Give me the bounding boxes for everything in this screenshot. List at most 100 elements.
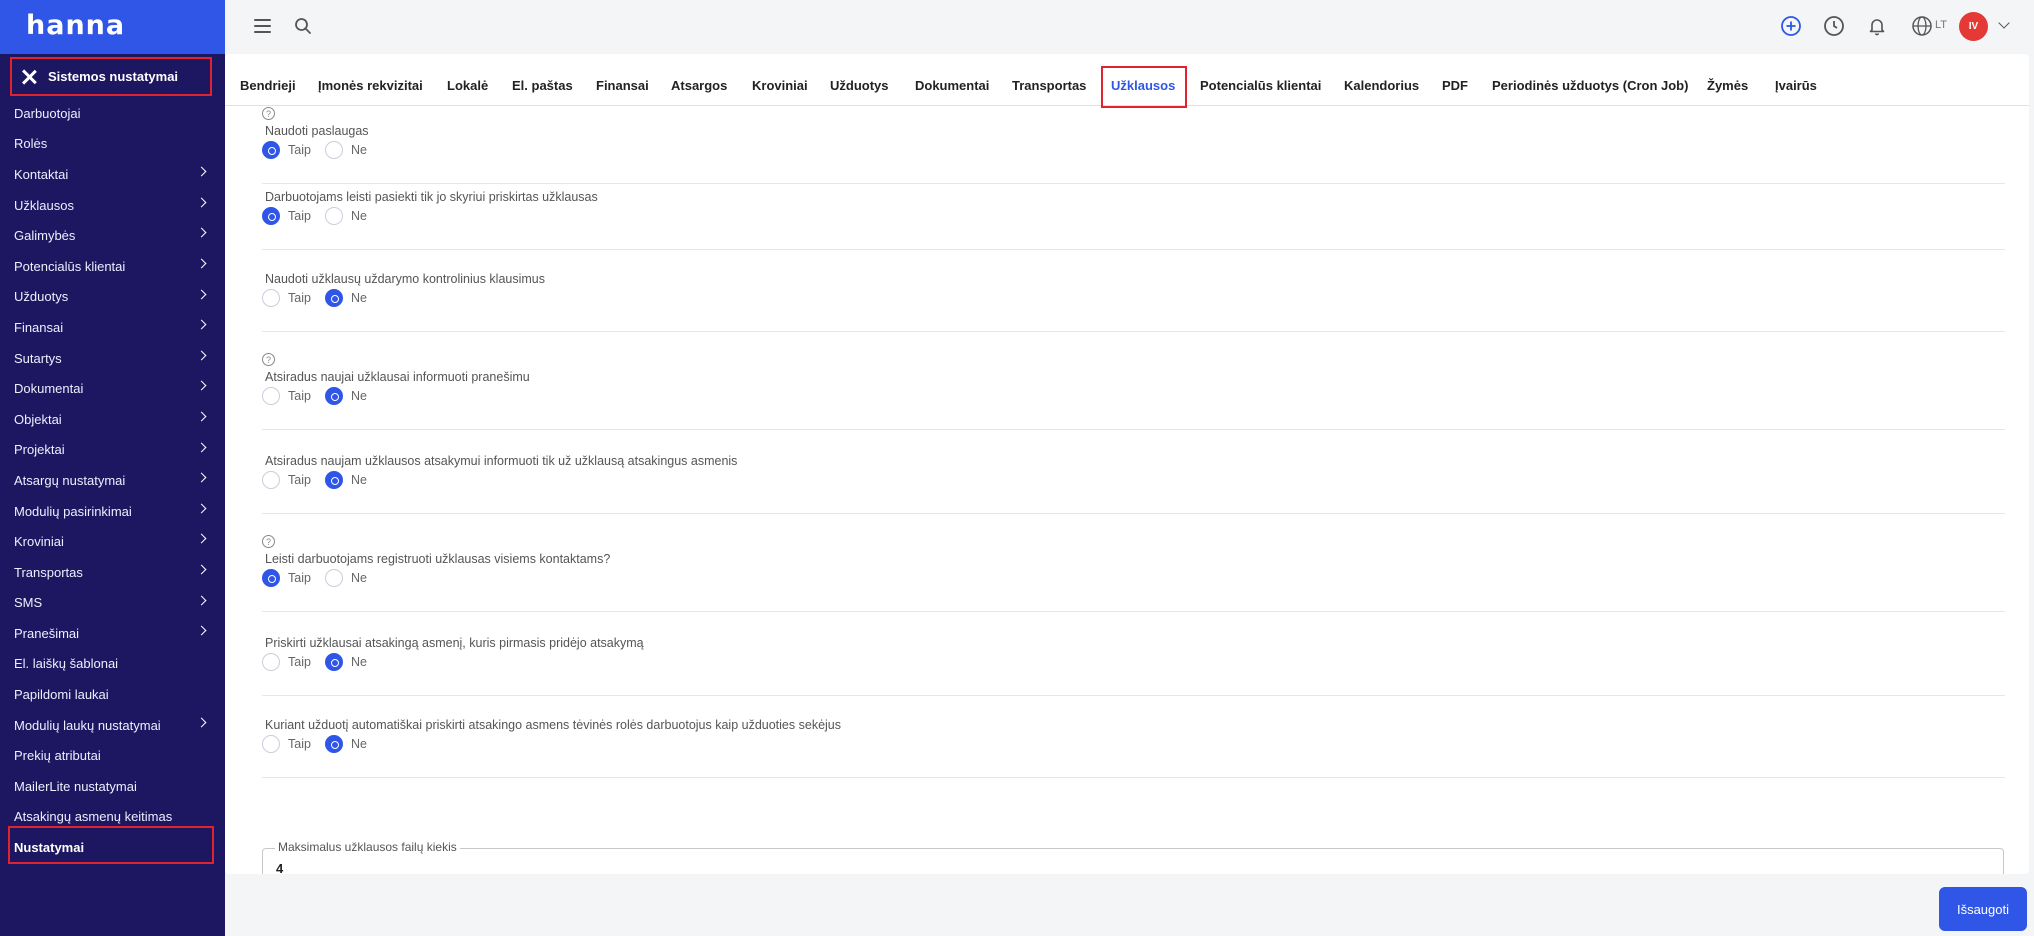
search-icon[interactable] bbox=[294, 17, 312, 35]
radio-no[interactable] bbox=[325, 735, 343, 753]
tab[interactable]: El. paštas bbox=[512, 78, 573, 93]
topbar: LT IV bbox=[225, 0, 2034, 54]
radio-no[interactable] bbox=[325, 207, 343, 225]
radio-no-label[interactable]: Ne bbox=[351, 655, 367, 669]
sidebar-item[interactable]: Užduotys bbox=[0, 282, 225, 313]
radio-yes[interactable] bbox=[262, 569, 280, 587]
radio-no[interactable] bbox=[325, 141, 343, 159]
sidebar-item[interactable]: SMS bbox=[0, 588, 225, 619]
radio-yes[interactable] bbox=[262, 735, 280, 753]
radio-yes-label[interactable]: Taip bbox=[288, 389, 311, 403]
radio-yes-label[interactable]: Taip bbox=[288, 209, 311, 223]
radio-yes[interactable] bbox=[262, 387, 280, 405]
help-icon[interactable]: ? bbox=[262, 353, 275, 366]
sidebar-item[interactable]: MailerLite nustatymai bbox=[0, 771, 225, 802]
radio-yes-label[interactable]: Taip bbox=[288, 143, 311, 157]
bell-icon[interactable] bbox=[1865, 14, 1889, 38]
chevron-right-icon bbox=[196, 350, 207, 361]
radio-yes[interactable] bbox=[262, 653, 280, 671]
radio-yes[interactable] bbox=[262, 289, 280, 307]
sidebar-item[interactable]: Modulių laukų nustatymai bbox=[0, 710, 225, 741]
menu-icon[interactable] bbox=[254, 19, 271, 33]
sidebar-item[interactable]: Finansai bbox=[0, 312, 225, 343]
help-icon[interactable]: ? bbox=[262, 107, 275, 120]
radio-no-label[interactable]: Ne bbox=[351, 291, 367, 305]
tab[interactable]: Kroviniai bbox=[752, 78, 808, 93]
sidebar-item[interactable]: Prekių atributai bbox=[0, 740, 225, 771]
sidebar-item[interactable]: Modulių pasirinkimai bbox=[0, 496, 225, 527]
tab[interactable]: Transportas bbox=[1012, 78, 1086, 93]
sidebar-item[interactable]: Kroviniai bbox=[0, 526, 225, 557]
radio-no-label[interactable]: Ne bbox=[351, 143, 367, 157]
divider bbox=[262, 183, 2005, 184]
tab[interactable]: Užduotys bbox=[830, 78, 889, 93]
radio-no[interactable] bbox=[325, 387, 343, 405]
language-code[interactable]: LT bbox=[1935, 19, 1947, 31]
radio-no-label[interactable]: Ne bbox=[351, 737, 367, 751]
hanna-logo[interactable]: hanna bbox=[26, 10, 125, 41]
divider bbox=[262, 429, 2005, 430]
chevron-right-icon bbox=[196, 289, 207, 300]
radio-yes[interactable] bbox=[262, 471, 280, 489]
sidebar-item[interactable]: Pranešimai bbox=[0, 618, 225, 649]
sidebar-item[interactable]: Papildomi laukai bbox=[0, 679, 225, 710]
sidebar-item[interactable]: Galimybės bbox=[0, 220, 225, 251]
sidebar-item-label: Finansai bbox=[14, 319, 64, 335]
sidebar-item[interactable]: Darbuotojai bbox=[0, 98, 225, 129]
radio-yes-label[interactable]: Taip bbox=[288, 737, 311, 751]
sidebar-item[interactable]: Projektai bbox=[0, 435, 225, 466]
sidebar-item[interactable]: Rolės bbox=[0, 129, 225, 160]
radio-yes-label[interactable]: Taip bbox=[288, 473, 311, 487]
radio-yes-label[interactable]: Taip bbox=[288, 655, 311, 669]
sidebar-item[interactable]: Atsargų nustatymai bbox=[0, 465, 225, 496]
radio-no[interactable] bbox=[325, 289, 343, 307]
radio-yes[interactable] bbox=[262, 207, 280, 225]
tab[interactable]: PDF bbox=[1442, 78, 1468, 93]
save-button[interactable]: Išsaugoti bbox=[1939, 887, 2027, 931]
sidebar-item[interactable]: Dokumentai bbox=[0, 373, 225, 404]
avatar[interactable]: IV bbox=[1959, 12, 1988, 41]
tab[interactable]: Finansai bbox=[596, 78, 649, 93]
tab[interactable]: Lokalė bbox=[447, 78, 488, 93]
tab[interactable]: Dokumentai bbox=[915, 78, 989, 93]
sidebar-item-label: Rolės bbox=[14, 136, 48, 152]
radio-no[interactable] bbox=[325, 653, 343, 671]
radio-no-label[interactable]: Ne bbox=[351, 389, 367, 403]
help-icon[interactable]: ? bbox=[262, 535, 275, 548]
plus-circle-icon[interactable] bbox=[1779, 14, 1803, 38]
tab[interactable]: Žymės bbox=[1707, 78, 1748, 93]
radio-yes-label[interactable]: Taip bbox=[288, 291, 311, 305]
divider bbox=[262, 513, 2005, 514]
radio-no-label[interactable]: Ne bbox=[351, 571, 367, 585]
divider bbox=[262, 249, 2005, 250]
radio-yes-label[interactable]: Taip bbox=[288, 571, 311, 585]
tab[interactable]: Įmonės rekvizitai bbox=[318, 78, 423, 93]
tab[interactable]: Atsargos bbox=[671, 78, 727, 93]
radio-no-label[interactable]: Ne bbox=[351, 209, 367, 223]
globe-icon[interactable] bbox=[1910, 14, 1934, 38]
tab[interactable]: Potencialūs klientai bbox=[1200, 78, 1321, 93]
sidebar-item[interactable]: Potencialūs klientai bbox=[0, 251, 225, 282]
radio-yes[interactable] bbox=[262, 141, 280, 159]
tab[interactable]: Bendrieji bbox=[240, 78, 296, 93]
sidebar-item[interactable]: Objektai bbox=[0, 404, 225, 435]
max-files-value[interactable]: 4 bbox=[276, 861, 283, 874]
sidebar-item-label: Transportas bbox=[14, 564, 83, 580]
sidebar-item[interactable]: El. laiškų šablonai bbox=[0, 649, 225, 680]
clock-icon[interactable] bbox=[1822, 14, 1846, 38]
radio-no[interactable] bbox=[325, 569, 343, 587]
radio-no-label[interactable]: Ne bbox=[351, 473, 367, 487]
radio-no[interactable] bbox=[325, 471, 343, 489]
sidebar-item[interactable]: Užklausos bbox=[0, 190, 225, 221]
sidebar-item[interactable]: Transportas bbox=[0, 557, 225, 588]
system-settings-header[interactable]: Sistemos nustatymai bbox=[10, 57, 212, 96]
sidebar-item[interactable]: Sutartys bbox=[0, 343, 225, 374]
tab[interactable]: Kalendorius bbox=[1344, 78, 1419, 93]
close-icon[interactable] bbox=[20, 68, 38, 86]
tab[interactable]: Periodinės užduotys (Cron Job) bbox=[1492, 78, 1688, 93]
sidebar-item[interactable]: Kontaktai bbox=[0, 159, 225, 190]
chevron-right-icon bbox=[196, 258, 207, 269]
tab[interactable]: Įvairūs bbox=[1775, 78, 1817, 93]
max-files-field[interactable]: Maksimalus užklausos failų kiekis 4 bbox=[262, 840, 2004, 874]
chevron-down-icon[interactable] bbox=[1998, 17, 2010, 29]
